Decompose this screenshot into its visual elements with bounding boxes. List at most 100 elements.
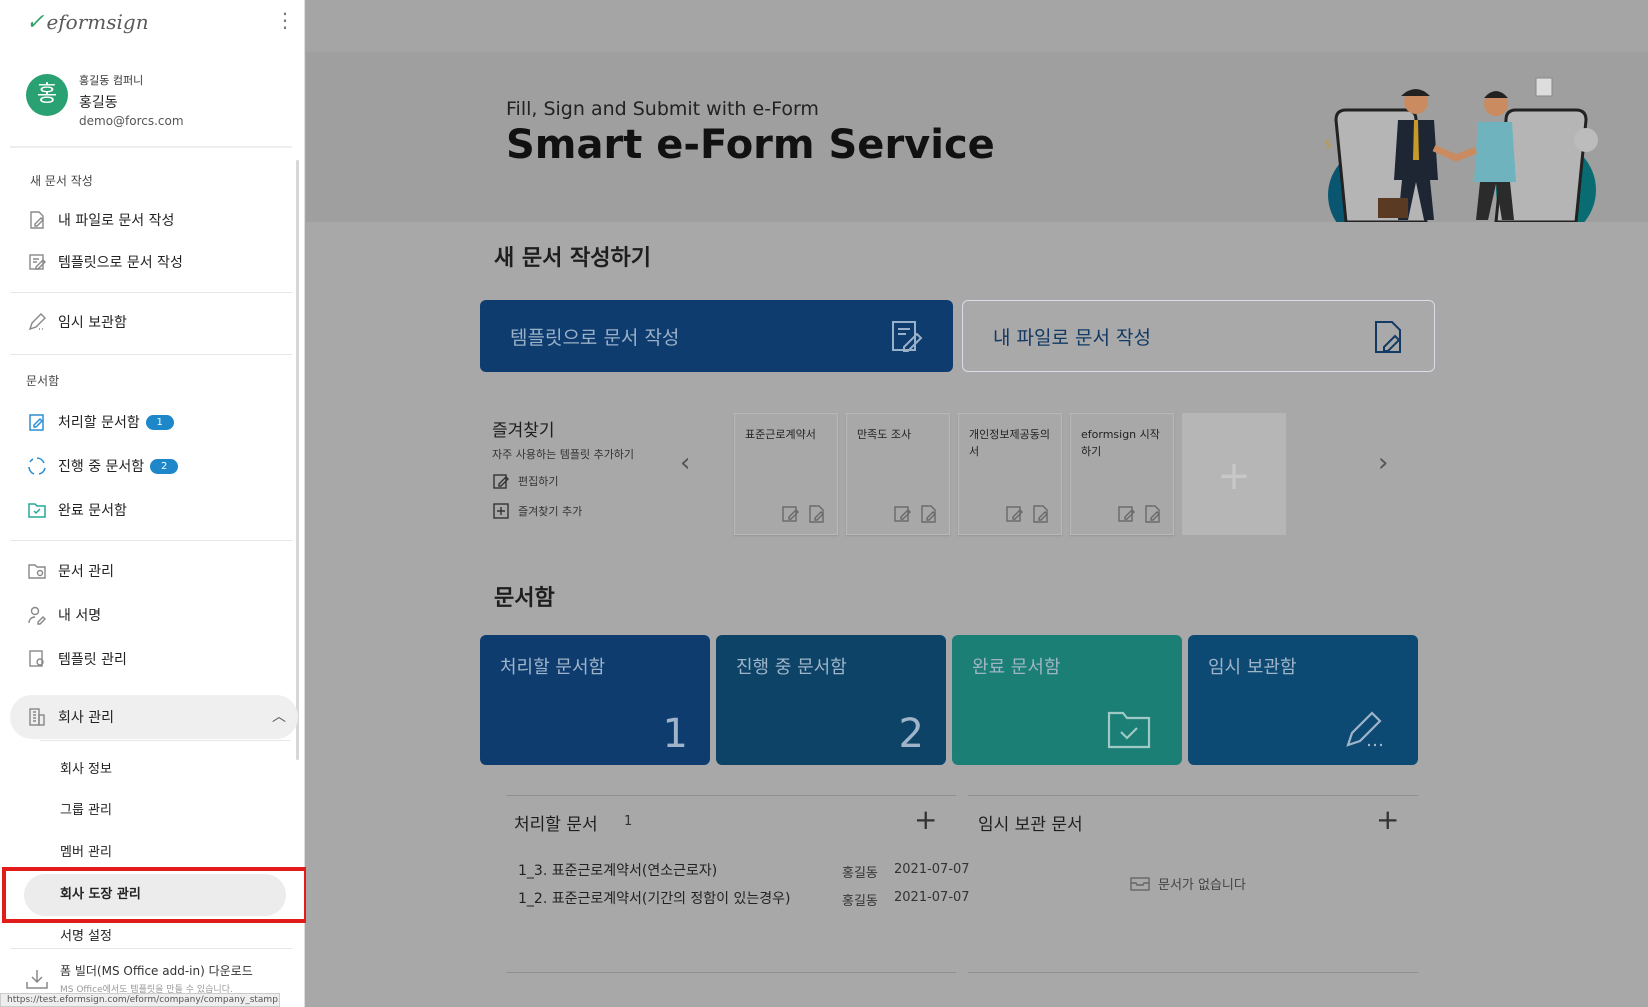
sidebar-item-template-manage[interactable]: 템플릿 관리	[26, 645, 127, 673]
drafts-box-card[interactable]: 임시 보관함	[1188, 635, 1418, 765]
chevron-up-icon[interactable]: ︿	[272, 706, 286, 726]
progress-cycle-icon	[26, 455, 48, 477]
template-write-icon	[26, 251, 48, 273]
eformsign-logo[interactable]: ✓ eformsign	[26, 10, 149, 35]
sidebar-subitem-signature-settings[interactable]: 서명 설정	[60, 925, 112, 944]
todo-count-badge: 1	[145, 414, 174, 430]
folder-check-icon	[26, 499, 48, 521]
draft-panel-title: 임시 보관 문서	[978, 815, 1083, 835]
highlight-box	[2, 867, 308, 923]
draft-panel-add-icon[interactable]: +	[1376, 806, 1399, 834]
favorites-edit-label: 편집하기	[518, 475, 559, 488]
logo-text: eformsign	[46, 10, 149, 34]
completed-box-card[interactable]: 완료 문서함	[952, 635, 1182, 765]
todo-panel-add-icon[interactable]: +	[914, 806, 937, 834]
template-gear-icon	[26, 648, 48, 670]
addin-download-link[interactable]: 폼 빌더(MS Office add-in) 다운로드	[60, 962, 253, 979]
favorites-add-label: 즐겨찾기 추가	[518, 505, 583, 518]
sidebar-item-label: 처리할 문서함	[58, 415, 140, 431]
divider	[10, 354, 292, 355]
box-label: 임시 보관함	[1208, 657, 1297, 678]
sidebar-subitem-company-info[interactable]: 회사 정보	[60, 758, 112, 777]
plus-square-icon	[493, 503, 509, 519]
pencil-icon	[26, 311, 48, 333]
favorite-add-card[interactable]: +	[1182, 413, 1286, 535]
avatar: 홍	[26, 74, 68, 116]
new-doc-heading: 새 문서 작성하기	[494, 246, 651, 271]
box-label: 진행 중 문서함	[736, 657, 847, 678]
favorite-card[interactable]: eformsign 시작하기	[1070, 413, 1174, 535]
sidebar-item-my-signature[interactable]: 내 서명	[26, 601, 101, 629]
sidebar-item-label: 템플릿 관리	[58, 652, 127, 668]
edit-icon[interactable]	[1117, 504, 1137, 524]
divider	[506, 795, 956, 796]
favorite-card[interactable]: 만족도 조사	[846, 413, 950, 535]
file-write-icon	[26, 209, 48, 231]
todo-row-date: 2021-07-07	[894, 890, 970, 905]
empty-message: 문서가 없습니다	[1158, 878, 1246, 893]
sidebar-subitem-group-manage[interactable]: 그룹 관리	[60, 799, 112, 818]
favorite-card[interactable]: 개인정보제공동의서	[958, 413, 1062, 535]
sidebar-item-completed[interactable]: 완료 문서함	[26, 496, 127, 524]
sidebar-scrollbar[interactable]	[296, 160, 299, 760]
divider	[10, 146, 292, 148]
sidebar-item-label: 회사 관리	[58, 710, 114, 726]
todo-row-title[interactable]: 1_3. 표준근로계약서(연소근로자)	[518, 860, 717, 880]
favorites-edit-button[interactable]: 편집하기	[492, 472, 558, 490]
in-progress-count-badge: 2	[150, 458, 179, 474]
favorite-card-title: 만족도 조사	[857, 428, 912, 441]
top-bar	[306, 0, 1648, 52]
folder-check-icon	[1107, 711, 1151, 749]
button-label: 내 파일로 문서 작성	[993, 326, 1151, 349]
divider	[10, 948, 292, 949]
chevron-right-icon[interactable]: ›	[1378, 448, 1388, 478]
sidebar-subitem-member-manage[interactable]: 멤버 관리	[60, 841, 112, 860]
sidebar-item-label: 완료 문서함	[58, 503, 127, 519]
favorites-add-button[interactable]: 즐겨찾기 추가	[492, 502, 582, 520]
favorite-card[interactable]: 표준근로계약서	[734, 413, 838, 535]
sidebar-item-new-from-file[interactable]: 내 파일로 문서 작성	[26, 206, 174, 234]
file-write-icon[interactable]	[919, 504, 939, 524]
edit-icon	[493, 474, 509, 489]
handshake-illustration: $	[1324, 77, 1598, 222]
chevron-left-icon[interactable]: ‹	[680, 448, 690, 478]
sidebar-item-drafts[interactable]: 임시 보관함	[26, 308, 127, 336]
create-from-template-button[interactable]: 템플릿으로 문서 작성	[480, 300, 953, 372]
in-progress-box-card[interactable]: 진행 중 문서함 2	[716, 635, 946, 765]
sidebar-item-in-progress[interactable]: 진행 중 문서함 2	[26, 452, 179, 480]
pencil-icon	[1346, 711, 1382, 747]
user-sign-icon	[26, 604, 48, 626]
edit-icon[interactable]	[781, 504, 801, 524]
favorite-card-title: eformsign 시작하기	[1081, 428, 1160, 458]
favorites-description: 자주 사용하는 템플릿 추가하기	[492, 448, 635, 461]
divider	[506, 972, 956, 973]
favorite-card-title: 표준근로계약서	[745, 428, 816, 441]
edit-icon[interactable]	[893, 504, 913, 524]
todo-doc-icon	[26, 411, 48, 433]
inbox-icon	[1130, 876, 1150, 891]
file-write-icon[interactable]	[807, 504, 827, 524]
hero-title: Smart e-Form Service	[506, 122, 995, 168]
box-count: 1	[662, 711, 688, 757]
building-icon	[26, 706, 48, 728]
create-from-file-button[interactable]: 내 파일로 문서 작성	[962, 300, 1435, 372]
sidebar-item-label: 템플릿으로 문서 작성	[58, 255, 183, 271]
template-write-icon	[892, 321, 923, 352]
todo-box-card[interactable]: 처리할 문서함 1	[480, 635, 710, 765]
sidebar-item-doc-manage[interactable]: 문서 관리	[26, 557, 114, 585]
plus-icon: +	[1217, 453, 1251, 499]
edit-icon[interactable]	[1005, 504, 1025, 524]
file-write-icon[interactable]	[1031, 504, 1051, 524]
sidebar-item-new-from-template[interactable]: 템플릿으로 문서 작성	[26, 248, 183, 276]
company-name: 홍길동 컴퍼니	[79, 74, 144, 87]
todo-row-title[interactable]: 1_2. 표준근로계약서(기간의 정함이 있는경우)	[518, 888, 791, 908]
sidebar-item-todo[interactable]: 처리할 문서함 1	[26, 408, 174, 436]
sidebar-item-company-manage[interactable]: 회사 관리	[26, 703, 114, 731]
more-menu-icon[interactable]: ⋮	[275, 10, 295, 30]
todo-row-owner: 홍길동	[842, 894, 878, 909]
download-icon[interactable]	[25, 968, 49, 990]
box-count: 2	[898, 711, 924, 757]
svg-text:$: $	[1324, 137, 1332, 151]
hero-subtitle: Fill, Sign and Submit with e-Form	[506, 98, 819, 120]
file-write-icon[interactable]	[1143, 504, 1163, 524]
